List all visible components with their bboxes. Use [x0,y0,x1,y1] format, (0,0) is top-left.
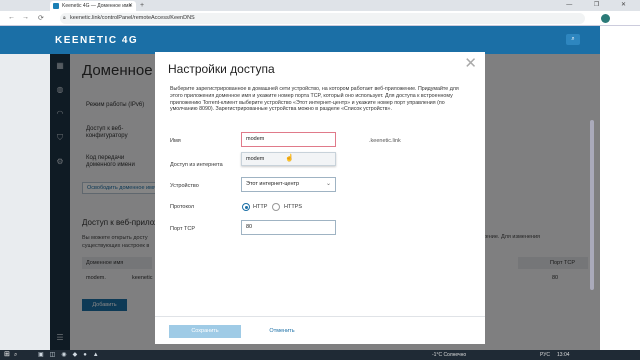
protocol-label: Протокол [170,204,195,210]
mouse-cursor-icon: ☝ [285,155,294,162]
address-bar: ← → ⟳ 🔒︎ keenetic.link/controlPanel/remo… [0,11,640,26]
url-text: keenetic.link/controlPanel/remoteAccess/… [70,15,195,21]
tab-close-icon[interactable]: ✕ [128,1,133,11]
close-icon[interactable]: ✕ [464,56,477,71]
name-input[interactable]: modem [241,132,336,147]
language-indicator[interactable]: РУС [540,350,550,360]
cancel-button[interactable]: Отменить [247,325,317,338]
access-settings-dialog: Настройки доступа ✕ Выберите зарегистрир… [155,52,485,344]
clock[interactable]: 13:04 [557,350,570,360]
search-icon[interactable]: ⌕ [566,34,580,45]
dialog-title: Настройки доступа [168,62,275,76]
internet-access-label: Доступ из интернета [170,162,223,168]
brand-logo: KEENETIC 4G [55,35,139,46]
window-controls[interactable]: — ❐ ✕ [566,0,636,11]
windows-start-icon[interactable]: ⊞ [4,351,10,359]
back-icon[interactable]: ← [8,14,15,21]
tcp-port-label: Порт TCP [170,226,195,232]
device-select-value: Этот интернет-центр [246,181,300,187]
browser-tab-bar: Keenetic 4G — Доменное имя ✕ + — ❐ ✕ [0,0,640,11]
dialog-footer: Сохранить Отменить [155,316,485,344]
device-select[interactable]: Этот интернет-центр ⌄ [241,177,336,192]
forward-icon[interactable]: → [22,14,29,21]
name-label: Имя [170,138,181,144]
device-label: Устройство [170,183,199,189]
https-radio[interactable] [272,203,280,211]
taskbar: ⊞ ⌕ ▣◫◉◆●▲ -1°C Солнечно РУС 13:04 [0,350,640,360]
taskbar-search-icon[interactable]: ⌕ [14,351,17,359]
dialog-description: Выберите зарегистрированное в домашней с… [170,86,459,113]
save-button[interactable]: Сохранить [169,325,241,338]
profile-avatar[interactable] [601,14,610,23]
tab-title: Keenetic 4G — Доменное имя [62,3,132,9]
scrollbar-thumb[interactable] [590,120,594,290]
domain-suffix: .keenetic.link [369,138,401,144]
keenetic-favicon-icon [53,3,59,9]
chevron-down-icon: ⌄ [325,181,331,187]
weather-status[interactable]: -1°C Солнечно [432,350,466,360]
tcp-port-value: 80 [246,224,253,230]
app-header: KEENETIC 4G ⌕ [0,26,600,54]
new-tab-button[interactable]: + [140,0,144,11]
name-input-value: modem [246,136,265,142]
browser-tab[interactable]: Keenetic 4G — Доменное имя ✕ [50,1,136,11]
url-field[interactable]: 🔒︎ keenetic.link/controlPanel/remoteAcce… [60,13,585,24]
https-radio-label: HTTPS [284,204,303,210]
http-radio-label: HTTP [253,204,268,210]
http-radio[interactable] [242,203,250,211]
reload-icon[interactable]: ⟳ [38,14,44,22]
suggestion-text: modem [246,156,265,162]
taskbar-apps[interactable]: ▣◫◉◆●▲ [38,350,105,360]
tcp-port-input[interactable]: 80 [241,220,336,235]
browser-side-area [600,26,640,350]
lock-icon: 🔒︎ [63,15,66,21]
